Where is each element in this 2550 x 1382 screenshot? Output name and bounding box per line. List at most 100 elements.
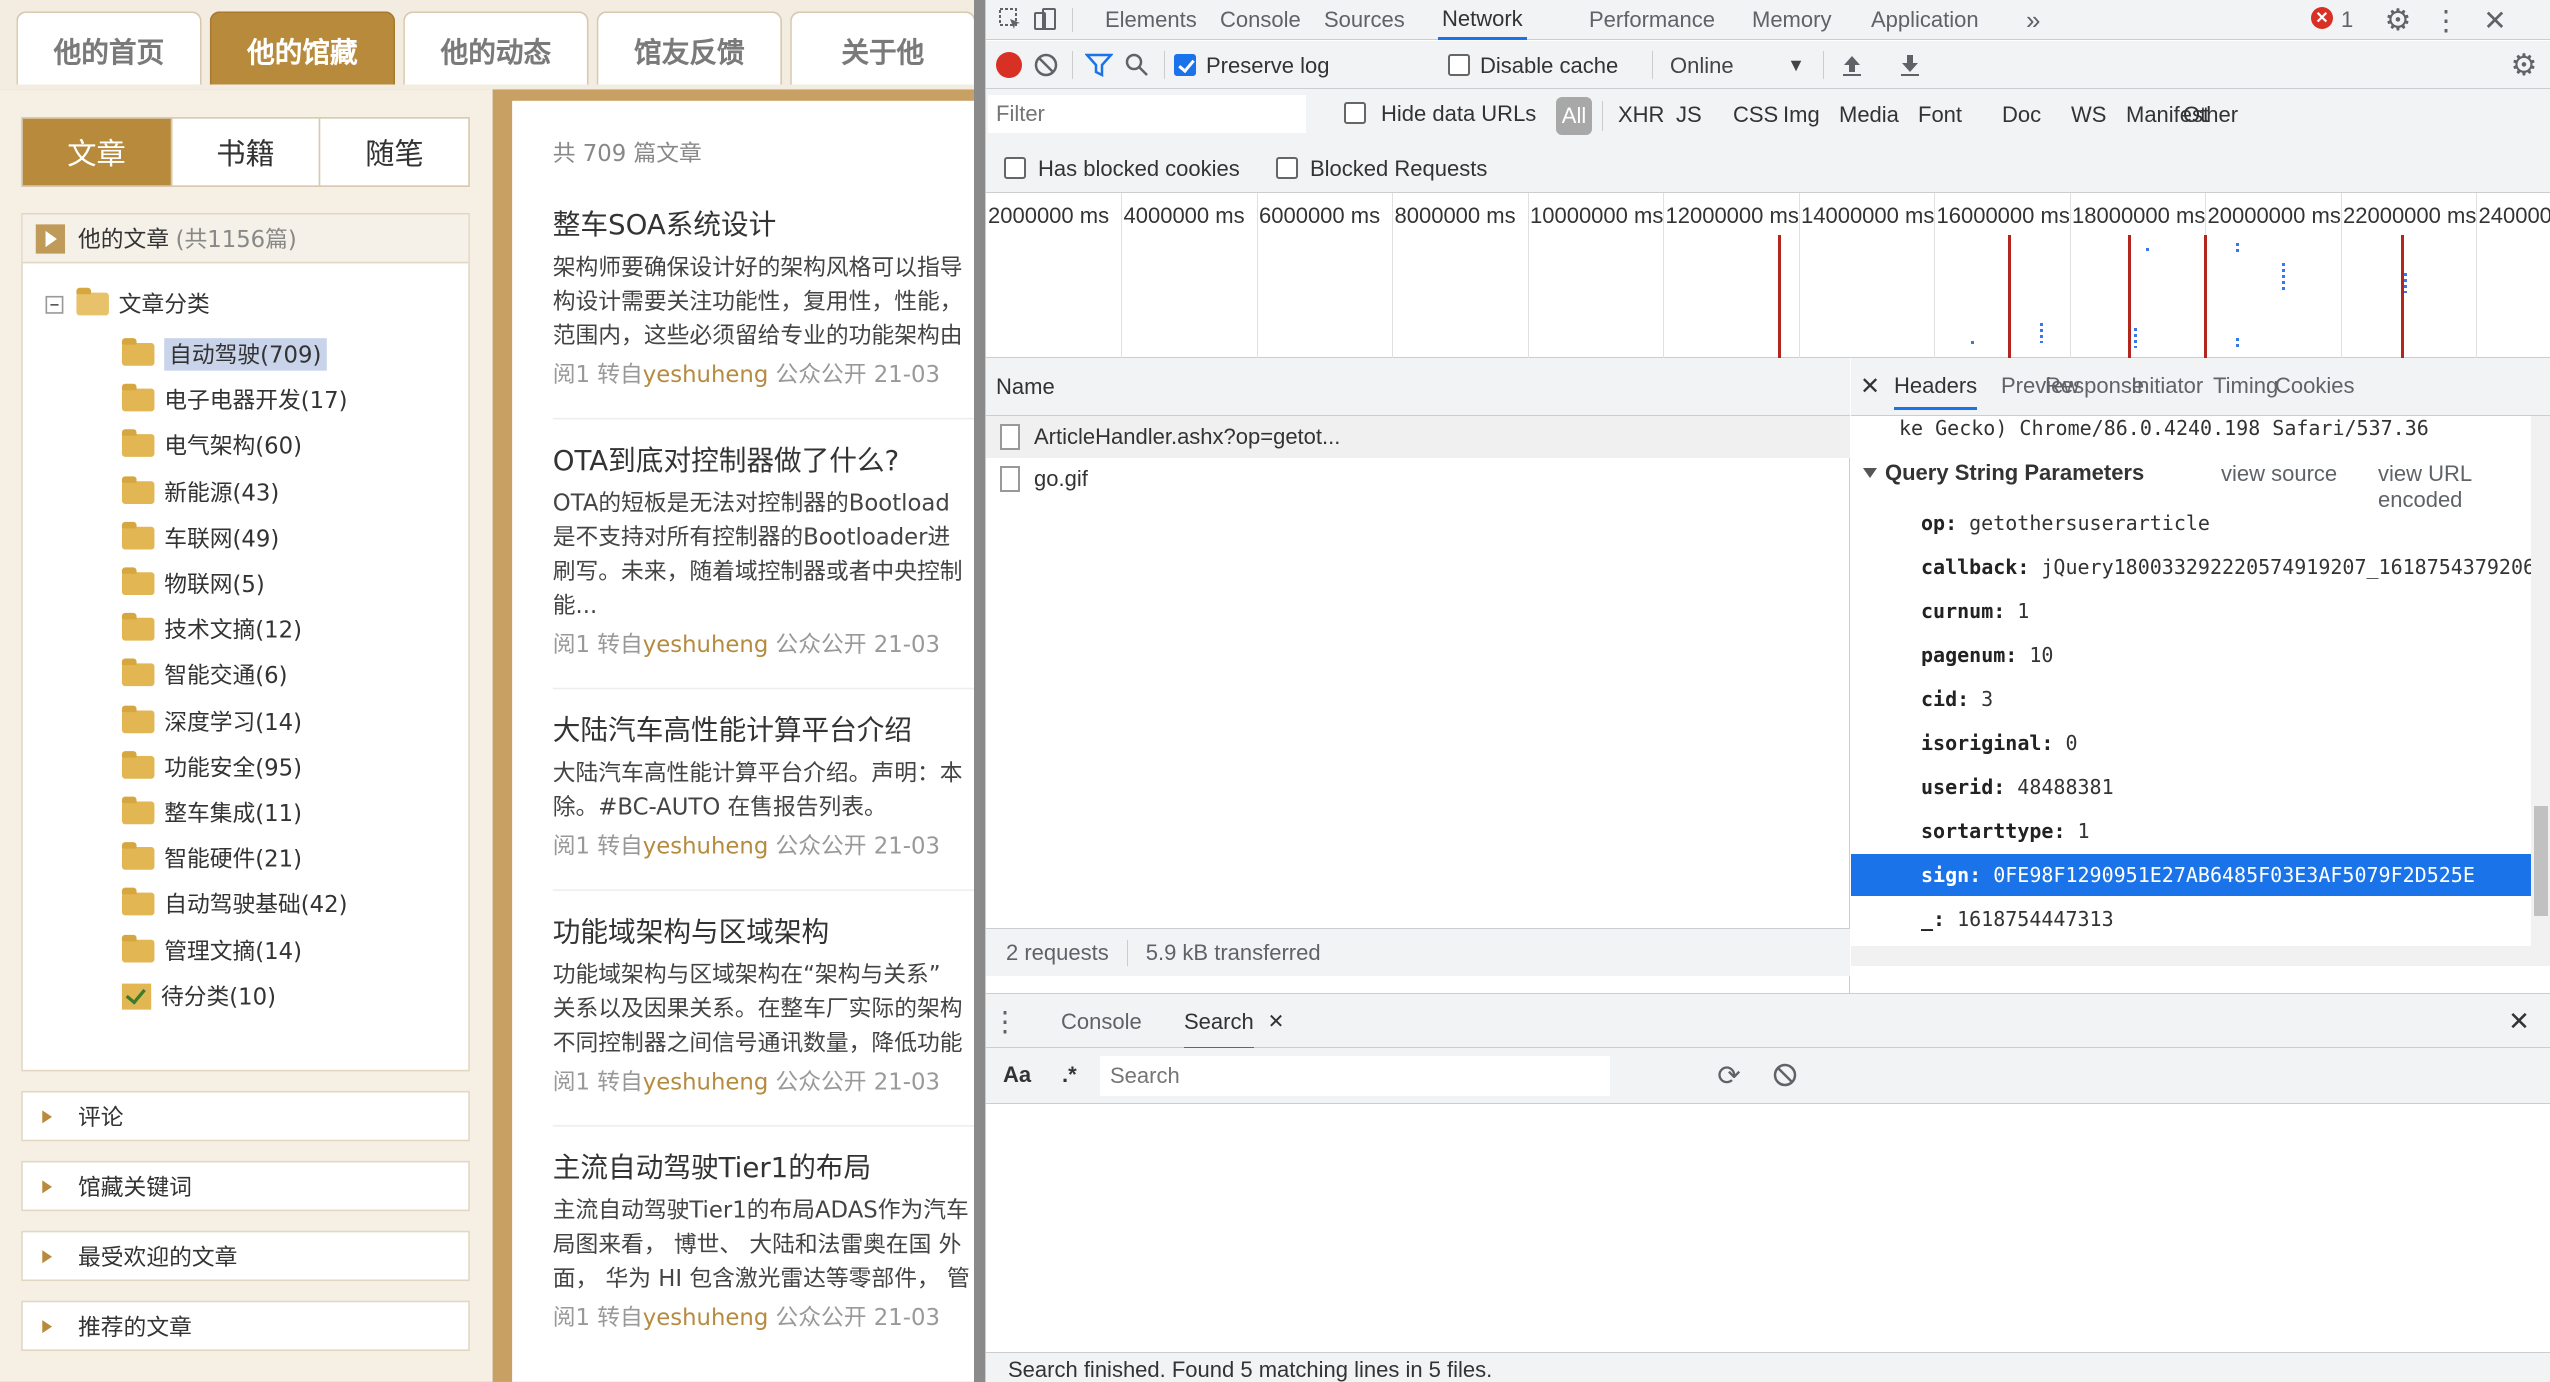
- dropdown-caret-icon[interactable]: ▼: [1786, 53, 1806, 77]
- category-item[interactable]: 待分类(10): [121, 978, 276, 1014]
- collapse-minus-icon[interactable]: [45, 295, 64, 313]
- detail-hscrollbar[interactable]: [1851, 946, 2550, 966]
- match-case-toggle[interactable]: Aa: [1003, 1062, 1031, 1088]
- tab-performance[interactable]: Performance: [1589, 0, 1715, 40]
- regex-toggle[interactable]: .*: [1062, 1062, 1077, 1088]
- query-param-row[interactable]: curnum: 1: [1851, 590, 2550, 632]
- tab-headers[interactable]: Headers: [1894, 373, 1978, 410]
- type-filter-xhr[interactable]: XHR: [1618, 102, 1664, 128]
- section-recommended[interactable]: 推荐的文章: [21, 1300, 470, 1352]
- author-link[interactable]: yeshuheng: [643, 834, 768, 860]
- type-filter-ws[interactable]: WS: [2071, 102, 2106, 128]
- category-item[interactable]: 深度学习(14): [121, 703, 302, 739]
- request-row[interactable]: go.gif: [986, 458, 1850, 500]
- query-param-row[interactable]: op: getothersuserarticle: [1851, 502, 2550, 544]
- category-item[interactable]: 技术文摘(12): [121, 612, 302, 648]
- page-scrollbar[interactable]: [974, 0, 985, 1382]
- category-item[interactable]: 新能源(43): [121, 474, 279, 510]
- nav-collection[interactable]: 他的馆藏: [209, 11, 396, 85]
- query-param-row[interactable]: _: 1618754447313: [1851, 898, 2550, 940]
- article-title-link[interactable]: 功能域架构与区域架构: [553, 909, 992, 950]
- settings-gear-icon[interactable]: ⚙: [2381, 3, 2415, 37]
- tree-header[interactable]: 他的文章 (共1156篇): [22, 214, 469, 264]
- drawer-tab-console[interactable]: Console: [1061, 1009, 1142, 1035]
- name-column-header[interactable]: Name: [986, 358, 1850, 416]
- tab-response[interactable]: Response: [2045, 373, 2144, 399]
- category-item[interactable]: 功能安全(95): [121, 749, 302, 785]
- tab-console[interactable]: Console: [1220, 0, 1301, 40]
- preserve-log-checkbox[interactable]: [1174, 54, 1196, 76]
- filter-funnel-icon[interactable]: [1084, 51, 1114, 79]
- tree-root[interactable]: 文章分类: [45, 287, 210, 321]
- request-row[interactable]: ArticleHandler.ashx?op=getot...: [986, 416, 1850, 458]
- more-tabs-chevron-icon[interactable]: »: [2026, 0, 2040, 40]
- nav-feedback[interactable]: 馆友反馈: [596, 11, 783, 85]
- article-title-link[interactable]: 大陆汽车高性能计算平台介绍: [553, 707, 992, 748]
- drawer-menu-icon[interactable]: ⋮: [991, 1004, 1019, 1038]
- query-param-row[interactable]: callback: jQuery180033292220574919207_161…: [1851, 546, 2550, 588]
- type-filter-font[interactable]: Font: [1918, 102, 1962, 128]
- category-item[interactable]: 智能硬件(21): [121, 841, 302, 877]
- type-filter-other[interactable]: Other: [2183, 102, 2238, 128]
- category-item[interactable]: 电子电器开发(17): [121, 382, 348, 418]
- tab-elements[interactable]: Elements: [1105, 0, 1197, 40]
- error-count[interactable]: 1: [2341, 0, 2353, 40]
- category-item[interactable]: 物联网(5): [121, 566, 265, 602]
- nav-home[interactable]: 他的首页: [16, 11, 202, 85]
- category-item[interactable]: 管理文摘(14): [121, 933, 302, 969]
- type-filter-doc[interactable]: Doc: [2002, 102, 2041, 128]
- author-link[interactable]: yeshuheng: [643, 632, 768, 658]
- detail-scrollbar[interactable]: [2531, 416, 2550, 946]
- query-param-row[interactable]: isoriginal: 0: [1851, 722, 2550, 764]
- record-icon[interactable]: [996, 52, 1022, 78]
- type-filter-img[interactable]: Img: [1783, 102, 1820, 128]
- tab-sources[interactable]: Sources: [1324, 0, 1405, 40]
- query-param-row[interactable]: userid: 48488381: [1851, 766, 2550, 808]
- close-drawer-icon[interactable]: ✕: [2504, 1006, 2534, 1036]
- section-comments[interactable]: 评论: [21, 1090, 470, 1142]
- query-param-row[interactable]: pagenum: 10: [1851, 634, 2550, 676]
- type-filter-js[interactable]: JS: [1676, 102, 1702, 128]
- author-link[interactable]: yeshuheng: [643, 1070, 768, 1096]
- article-title-link[interactable]: 主流自动驾驶Tier1的布局: [553, 1145, 992, 1186]
- article-title-link[interactable]: OTA到底对控制器做了什么?: [553, 437, 992, 478]
- tab-articles[interactable]: 文章: [22, 118, 172, 186]
- category-item[interactable]: 电气架构(60): [121, 428, 302, 464]
- error-x-icon[interactable]: ✕: [2311, 7, 2333, 29]
- clear-search-icon[interactable]: [1770, 1060, 1800, 1090]
- view-source-link[interactable]: view source: [2221, 461, 2337, 487]
- author-link[interactable]: yeshuheng: [643, 363, 768, 389]
- tab-memory[interactable]: Memory: [1752, 0, 1831, 40]
- blocked-requests-checkbox[interactable]: [1276, 157, 1298, 179]
- close-search-tab-icon[interactable]: ✕: [1266, 1008, 1286, 1034]
- inspect-element-icon[interactable]: [996, 5, 1026, 35]
- tab-initiator[interactable]: Initiator: [2131, 373, 2203, 399]
- tab-cookies[interactable]: Cookies: [2275, 373, 2354, 399]
- hide-data-urls-checkbox[interactable]: [1344, 102, 1366, 124]
- close-detail-icon[interactable]: ✕: [1857, 372, 1883, 400]
- category-item[interactable]: 整车集成(11): [121, 795, 302, 831]
- article-title-link[interactable]: 整车SOA系统设计: [553, 202, 992, 243]
- network-settings-gear-icon[interactable]: ⚙: [2508, 49, 2540, 82]
- section-popular[interactable]: 最受欢迎的文章: [21, 1230, 470, 1282]
- detail-scroll-thumb[interactable]: [2534, 806, 2548, 916]
- export-download-icon[interactable]: [1896, 51, 1924, 79]
- tab-notes[interactable]: 随笔: [321, 119, 468, 186]
- section-keywords[interactable]: 馆藏关键词: [21, 1160, 470, 1212]
- tab-application[interactable]: Application: [1871, 0, 1979, 40]
- type-filter-all[interactable]: All: [1556, 97, 1592, 135]
- close-devtools-icon[interactable]: ✕: [2478, 3, 2512, 37]
- search-icon[interactable]: [1122, 51, 1152, 79]
- category-item[interactable]: 智能交通(6): [121, 657, 288, 693]
- nav-activity[interactable]: 他的动态: [403, 11, 589, 85]
- network-timeline-overview[interactable]: 2000000 ms 4000000 ms 6000000 ms 8000000 ms…: [986, 193, 2550, 358]
- tab-network[interactable]: Network: [1438, 0, 1527, 40]
- disable-cache-checkbox[interactable]: [1448, 54, 1470, 76]
- query-string-header[interactable]: Query String Parameters: [1863, 460, 2144, 486]
- throttle-select[interactable]: Online: [1670, 53, 1734, 79]
- category-item[interactable]: 自动驾驶基础(42): [121, 887, 348, 923]
- category-item[interactable]: 车联网(49): [121, 520, 279, 556]
- device-toolbar-icon[interactable]: [1030, 5, 1060, 35]
- blocked-cookies-checkbox[interactable]: [1004, 157, 1026, 179]
- clear-icon[interactable]: [1032, 51, 1060, 79]
